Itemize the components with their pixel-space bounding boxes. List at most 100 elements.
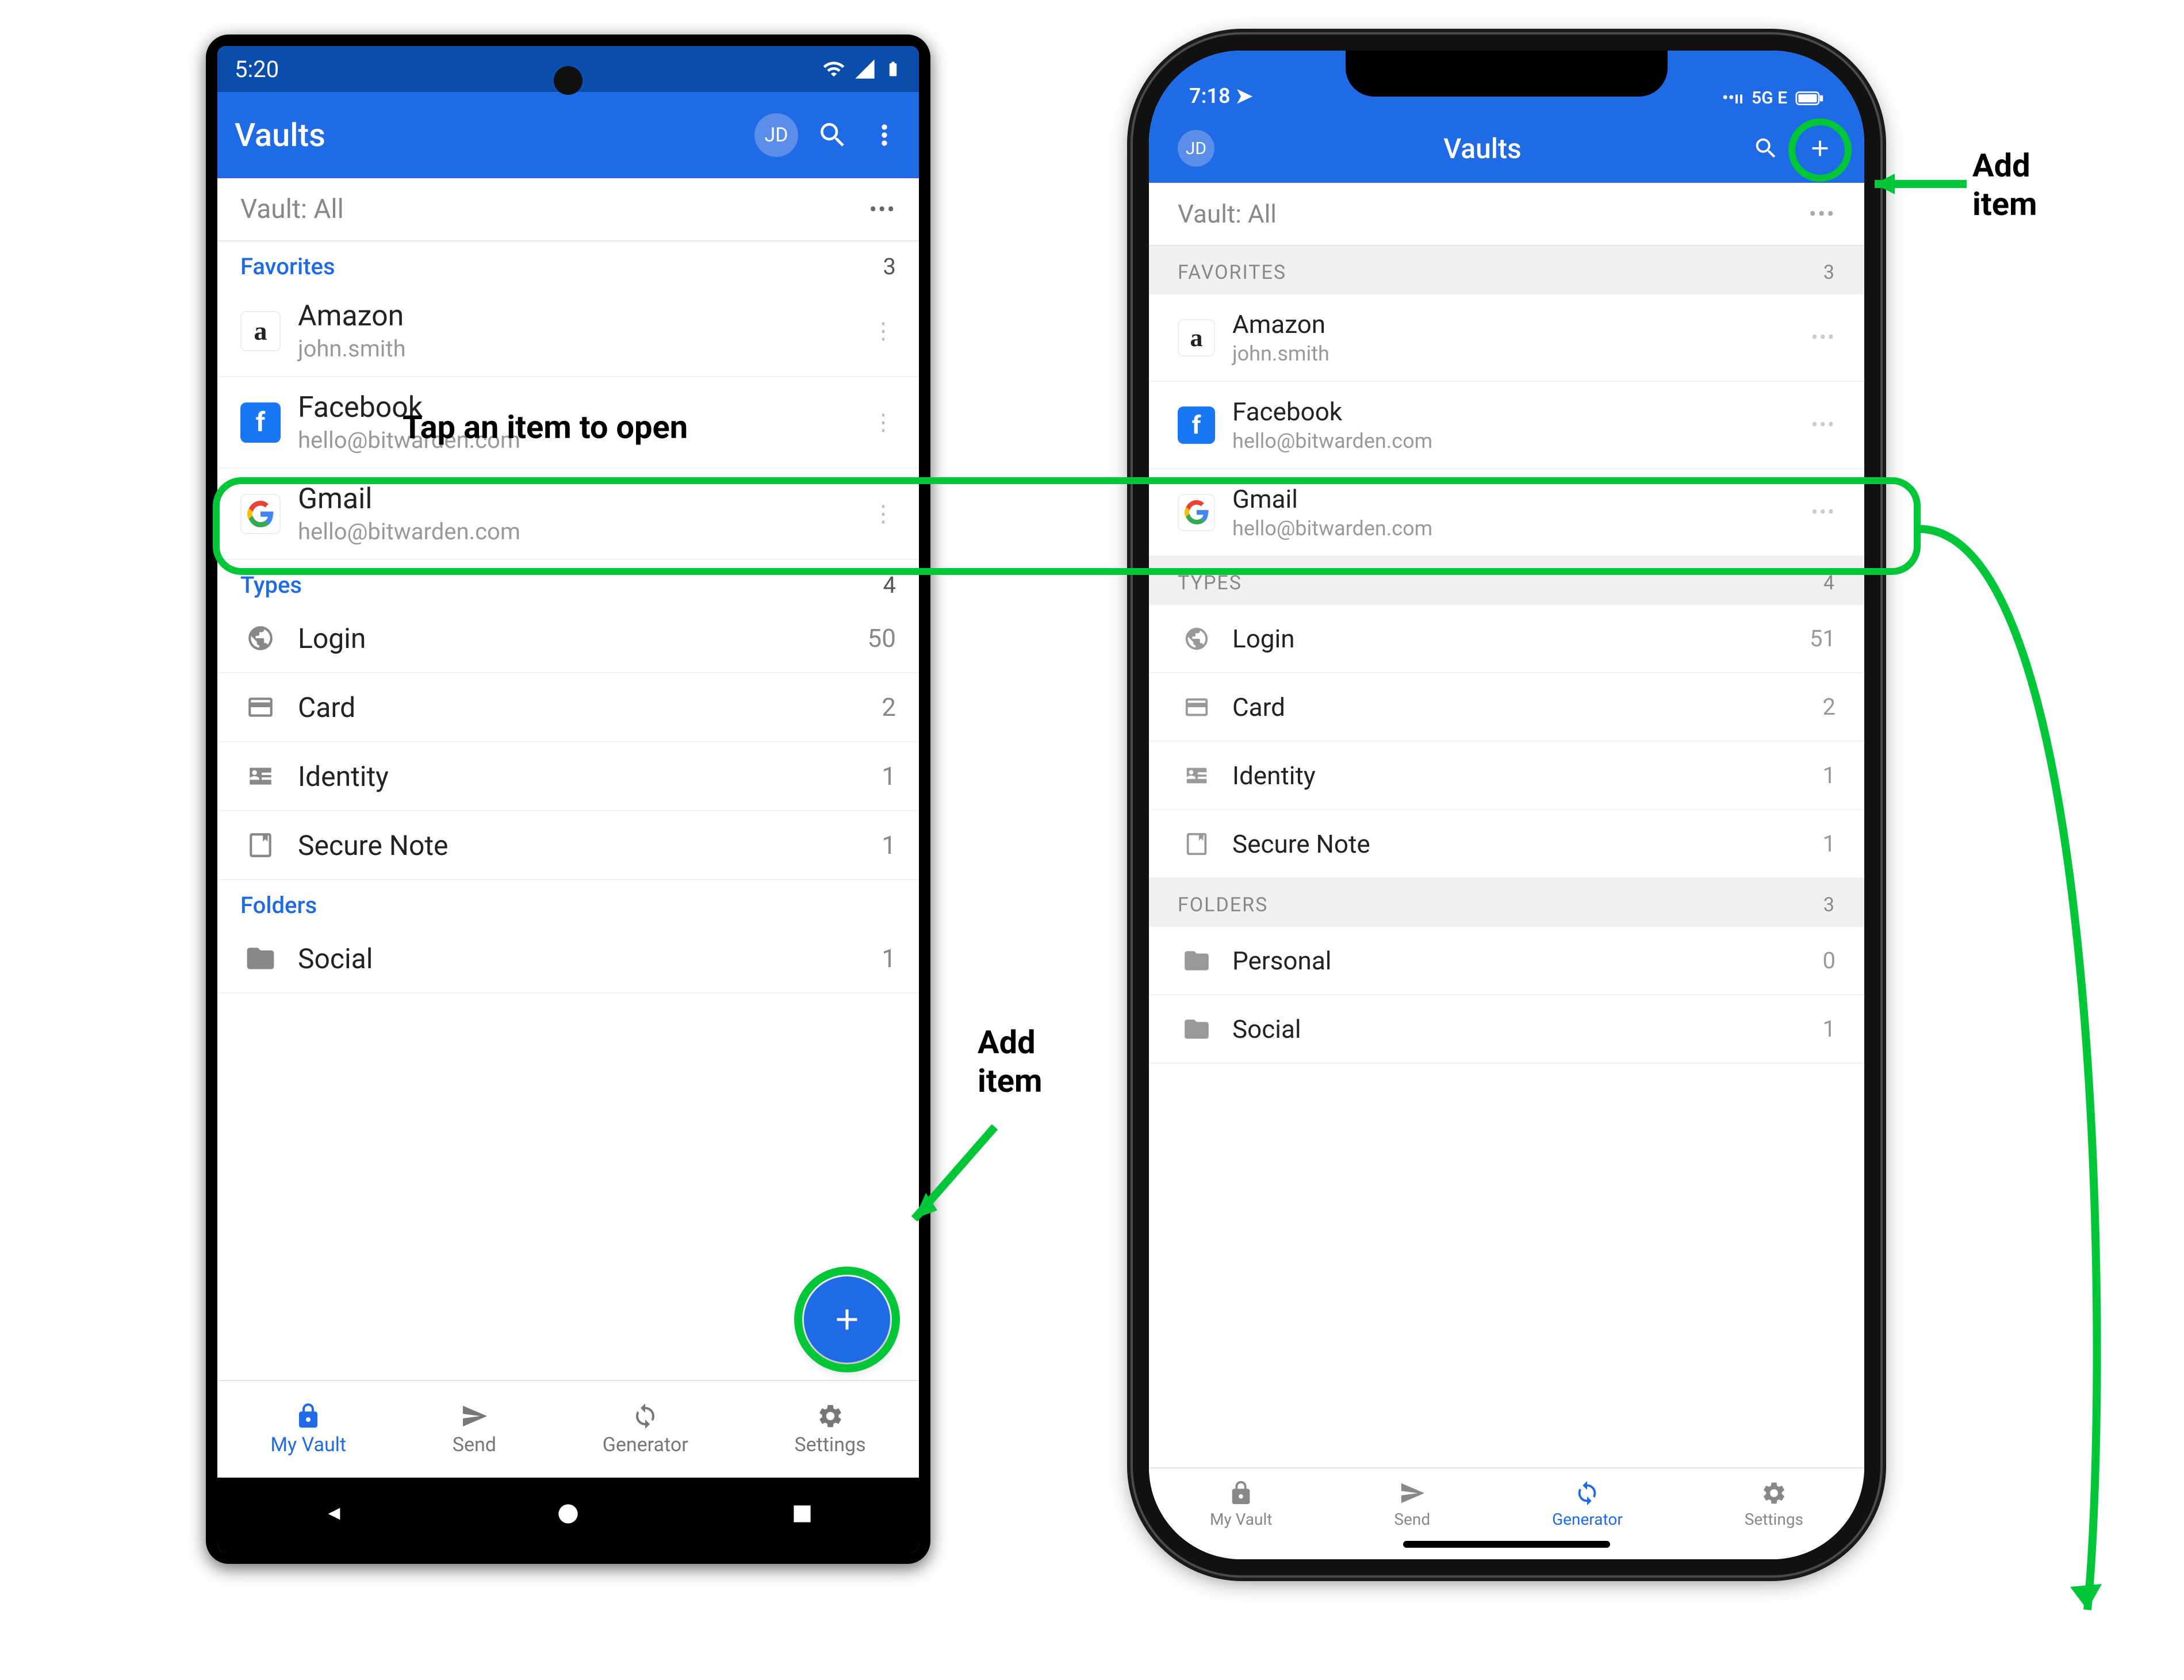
tab-generator[interactable]: Generator	[603, 1402, 688, 1456]
vault-filter-row[interactable]: Vault: All •••	[217, 178, 919, 241]
tab-label: Settings	[1745, 1510, 1803, 1529]
settings-icon	[1761, 1480, 1787, 1506]
avatar-button[interactable]: JD	[1178, 130, 1214, 167]
tab-send[interactable]: Send	[1394, 1480, 1430, 1529]
scroll-area[interactable]: FAVORITES 3 a Amazon john.smith ••• f Fa…	[1149, 246, 1864, 1467]
vault-filter-label: Vault: All	[240, 194, 344, 225]
signal-icon	[853, 57, 876, 80]
type-secure-note[interactable]: Secure Note 1	[1149, 810, 1864, 879]
google-icon	[1178, 494, 1215, 531]
globe-icon	[240, 618, 281, 658]
item-more-button[interactable]: ⋮	[872, 317, 896, 344]
google-icon	[240, 494, 281, 534]
type-login[interactable]: Login 51	[1149, 605, 1864, 673]
folder-icon	[1178, 942, 1215, 979]
vault-filter-row[interactable]: Vault: All •••	[1149, 183, 1864, 246]
type-card[interactable]: Card 2	[217, 673, 919, 742]
tab-my-vault[interactable]: My Vault	[1210, 1480, 1272, 1529]
battery-icon	[1795, 91, 1824, 106]
folder-name: Social	[1232, 1014, 1806, 1044]
type-login[interactable]: Login 50	[217, 604, 919, 673]
android-tab-bar: My Vault Send Generator Settings	[217, 1380, 919, 1478]
vault-item-facebook[interactable]: f Facebook hello@bitwarden.com •••	[1149, 382, 1864, 469]
vault-item-gmail[interactable]: Gmail hello@bitwarden.com •••	[1149, 469, 1864, 557]
note-icon	[240, 825, 281, 865]
amazon-icon: a	[1178, 319, 1215, 356]
folder-personal[interactable]: Personal 0	[1149, 927, 1864, 995]
tab-generator[interactable]: Generator	[1552, 1480, 1623, 1529]
item-subtitle: john.smith	[1232, 342, 1794, 366]
iphone-screen: 7:18 ➤ ••ıı 5G E JD Vaults Vault: All ••…	[1149, 51, 1864, 1559]
vault-item-gmail[interactable]: Gmail hello@bitwarden.com ⋮	[217, 469, 919, 560]
favorites-section-header: Favorites 3	[217, 241, 919, 286]
vault-item-amazon[interactable]: a Amazon john.smith •••	[1149, 294, 1864, 382]
avatar-button[interactable]: JD	[754, 113, 798, 157]
item-more-button[interactable]: •••	[1811, 325, 1836, 350]
search-button[interactable]	[815, 118, 850, 152]
item-more-button[interactable]: ⋮	[872, 500, 896, 527]
type-name: Card	[298, 691, 864, 724]
folder-count: 0	[1823, 947, 1836, 974]
home-button[interactable]	[554, 1499, 583, 1531]
home-indicator[interactable]	[1403, 1541, 1610, 1548]
amazon-icon: a	[240, 311, 281, 351]
type-name: Secure Note	[298, 829, 864, 862]
type-name: Card	[1232, 692, 1806, 722]
tab-send[interactable]: Send	[453, 1402, 496, 1456]
dots-horizontal-icon[interactable]: •••	[1809, 201, 1836, 228]
android-app-bar: Vaults JD	[217, 92, 919, 178]
dots-horizontal-icon[interactable]: •••	[869, 196, 896, 223]
appbar-title: Vaults	[1226, 132, 1739, 165]
section-count: 3	[1823, 261, 1836, 284]
search-icon	[817, 119, 849, 151]
folder-name: Social	[298, 942, 864, 975]
annotation-tap-label: Tap an item to open	[403, 408, 688, 447]
generator-icon	[1574, 1480, 1600, 1506]
fab-add-item[interactable]	[804, 1276, 890, 1363]
item-subtitle: john.smith	[298, 335, 855, 362]
type-name: Identity	[1232, 761, 1806, 791]
type-identity[interactable]: Identity 1	[217, 742, 919, 811]
add-item-button[interactable]	[1804, 133, 1836, 164]
plus-icon	[1807, 135, 1833, 162]
status-time: 7:18 ➤	[1189, 84, 1253, 108]
recent-apps-button[interactable]	[788, 1499, 817, 1531]
camera-punch-hole	[554, 66, 583, 95]
tab-my-vault[interactable]: My Vault	[270, 1402, 346, 1456]
search-button[interactable]	[1750, 133, 1781, 164]
tab-label: Send	[453, 1433, 496, 1456]
item-more-button[interactable]: •••	[1811, 500, 1836, 524]
item-more-button[interactable]: ⋮	[872, 409, 896, 436]
section-count: 4	[883, 571, 896, 599]
signal-bars-icon: ••ıı	[1722, 88, 1744, 108]
folders-section-header: FOLDERS 3	[1149, 879, 1864, 927]
tab-label: Settings	[794, 1433, 865, 1456]
type-identity[interactable]: Identity 1	[1149, 742, 1864, 810]
type-name: Login	[298, 622, 850, 655]
section-label: FAVORITES	[1178, 261, 1286, 284]
back-button[interactable]	[320, 1499, 348, 1531]
vault-item-amazon[interactable]: a Amazon john.smith ⋮	[217, 286, 919, 377]
tab-settings[interactable]: Settings	[794, 1402, 865, 1456]
folder-count: 1	[882, 943, 896, 973]
section-label: Types	[240, 571, 302, 599]
item-title: Facebook	[1232, 397, 1794, 427]
section-count: 3	[883, 253, 896, 280]
type-card[interactable]: Card 2	[1149, 673, 1864, 742]
type-count: 2	[882, 692, 896, 722]
type-name: Login	[1232, 624, 1792, 654]
more-menu-button[interactable]	[867, 118, 902, 152]
folder-name: Personal	[1232, 946, 1806, 976]
folder-social[interactable]: Social 1	[1149, 995, 1864, 1064]
item-more-button[interactable]: •••	[1811, 413, 1836, 437]
iphone-device-frame: 7:18 ➤ ••ıı 5G E JD Vaults Vault: All ••…	[1133, 34, 1880, 1575]
type-count: 1	[1823, 762, 1836, 789]
lock-icon	[1228, 1480, 1254, 1506]
tab-settings[interactable]: Settings	[1745, 1480, 1803, 1529]
folder-social[interactable]: Social 1	[217, 925, 919, 994]
type-secure-note[interactable]: Secure Note 1	[217, 811, 919, 880]
tab-label: Generator	[603, 1433, 688, 1456]
type-name: Identity	[298, 760, 864, 793]
type-count: 51	[1810, 625, 1836, 652]
facebook-icon: f	[240, 402, 281, 443]
